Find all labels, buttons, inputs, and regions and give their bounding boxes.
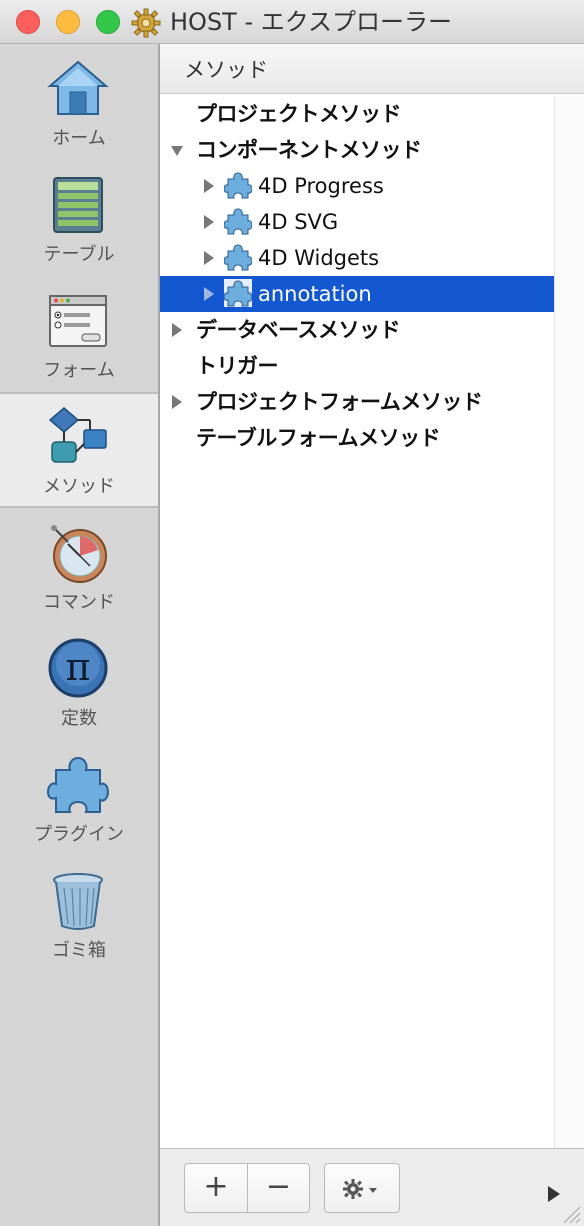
column-header-label: メソッド [184, 58, 268, 82]
tree-item-4d-progress[interactable]: 4D Progress [160, 168, 554, 204]
chevron-down-icon [369, 1188, 377, 1193]
component-puzzle-icon [224, 244, 252, 271]
resize-grip-icon[interactable] [560, 1203, 582, 1225]
tree-item-triggers[interactable]: トリガー [160, 348, 554, 384]
disclosure-collapsed-icon[interactable] [170, 392, 184, 412]
minimize-window-button[interactable] [56, 10, 80, 34]
component-puzzle-icon [224, 279, 252, 307]
svg-text:π: π [66, 645, 91, 689]
methods-panel: メソッド プロジェクトメソッド コンポーネントメソッド 4D Progress … [160, 44, 584, 1226]
remove-button[interactable]: − [247, 1163, 310, 1213]
method-icon [48, 407, 107, 463]
sidebar-item-label: コマンド [43, 592, 115, 613]
tree-item-component-methods[interactable]: コンポーネントメソッド [160, 132, 554, 168]
sidebar-item-label: メソッド [43, 476, 115, 497]
close-window-button[interactable] [16, 10, 40, 34]
pi-icon: π [48, 638, 108, 698]
add-button[interactable]: + [184, 1163, 248, 1213]
column-header: メソッド [160, 44, 584, 94]
disclosure-collapsed-icon[interactable] [202, 248, 216, 268]
disclosure-collapsed-icon[interactable] [202, 176, 216, 196]
disclosure-collapsed-icon[interactable] [202, 212, 216, 232]
disclosure-collapsed-icon[interactable] [202, 284, 216, 304]
sidebar-item-home[interactable]: ホーム [0, 46, 158, 162]
window-title: HOST - エクスプローラー [170, 8, 453, 36]
trash-icon [53, 873, 103, 930]
disclosure-collapsed-icon[interactable] [170, 320, 184, 340]
gear-app-icon [131, 8, 161, 38]
sidebar-item-method[interactable]: メソッド [0, 392, 158, 508]
puzzle-icon [46, 756, 110, 813]
sidebar-item-label: テーブル [43, 244, 115, 265]
component-puzzle-icon [224, 208, 252, 235]
options-menu-button[interactable] [324, 1163, 400, 1213]
vertical-scrollbar[interactable] [554, 96, 584, 1148]
tree-item-4d-widgets[interactable]: 4D Widgets [160, 240, 554, 276]
sidebar-item-plugins[interactable]: プラグイン [0, 742, 158, 858]
title-bar: HOST - エクスプローラー [0, 0, 584, 44]
expand-right-icon[interactable] [546, 1185, 562, 1203]
tree-item-database-methods[interactable]: データベースメソッド [160, 312, 554, 348]
tree-item-project-form-methods[interactable]: プロジェクトフォームメソッド [160, 384, 554, 420]
home-icon [47, 60, 109, 115]
zoom-window-button[interactable] [96, 10, 120, 34]
disclosure-expanded-icon[interactable] [170, 140, 184, 160]
tree-item-project-methods[interactable]: プロジェクトメソッド [160, 96, 554, 132]
gear-icon [343, 1179, 377, 1199]
sidebar-item-label: 定数 [61, 708, 97, 729]
sidebar-item-table[interactable]: テーブル [0, 162, 158, 278]
sidebar: ホーム テーブル フォーム メソッド コマンド π 定数 プラグイン ゴミ箱 [0, 44, 160, 1226]
sidebar-item-label: プラグイン [34, 824, 124, 845]
sidebar-item-trash[interactable]: ゴミ箱 [0, 858, 158, 974]
sidebar-item-form[interactable]: フォーム [0, 278, 158, 394]
sidebar-item-label: ゴミ箱 [52, 940, 106, 961]
tree-item-annotation[interactable]: annotation [160, 276, 554, 312]
tree-item-table-form-methods[interactable]: テーブルフォームメソッド [160, 420, 554, 456]
command-icon [51, 525, 107, 583]
tree-item-4d-svg[interactable]: 4D SVG [160, 204, 554, 240]
sidebar-item-constants[interactable]: π 定数 [0, 626, 158, 742]
bottom-toolbar: + − [160, 1148, 584, 1226]
sidebar-item-label: フォーム [43, 360, 115, 381]
form-icon [49, 295, 107, 347]
sidebar-item-label: ホーム [52, 128, 106, 149]
sidebar-item-command[interactable]: コマンド [0, 510, 158, 626]
component-puzzle-icon [224, 172, 252, 199]
table-icon [53, 177, 103, 233]
